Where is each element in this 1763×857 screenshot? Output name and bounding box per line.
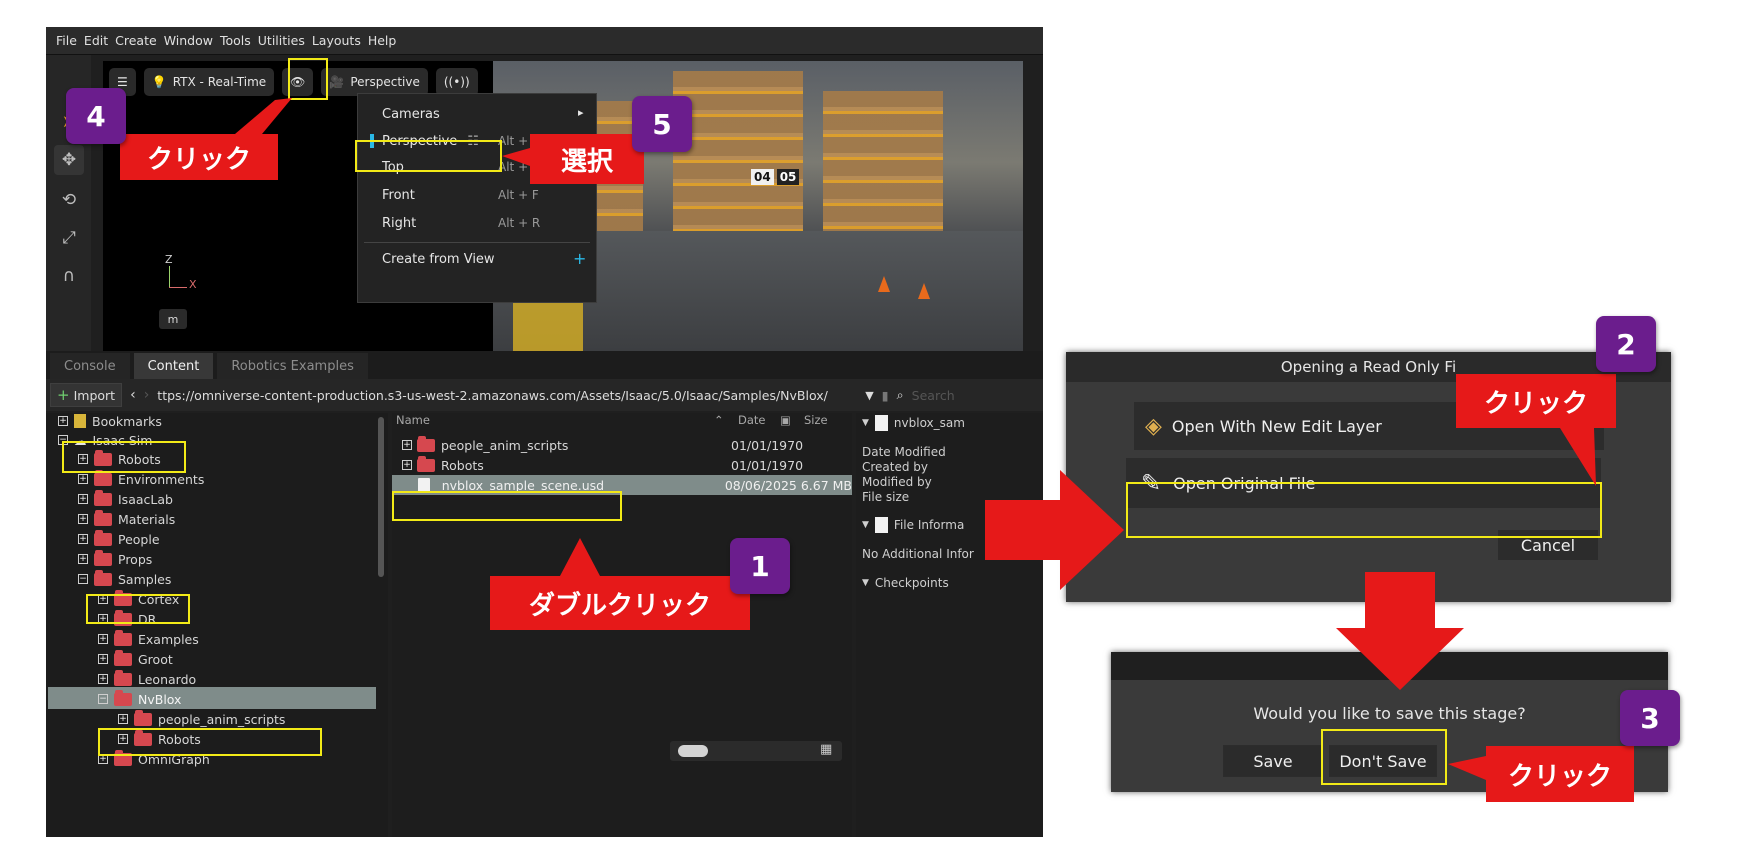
pointer-double-click bbox=[560, 538, 600, 576]
pointer-label-5 bbox=[502, 148, 530, 166]
big-right-arrow bbox=[985, 470, 1124, 590]
annotation-arrows bbox=[235, 98, 1596, 780]
pointer-label-2 bbox=[1560, 428, 1596, 486]
pointer-label-4 bbox=[235, 98, 292, 134]
pointer-label-3 bbox=[1448, 756, 1486, 780]
big-down-arrow bbox=[1336, 572, 1464, 690]
